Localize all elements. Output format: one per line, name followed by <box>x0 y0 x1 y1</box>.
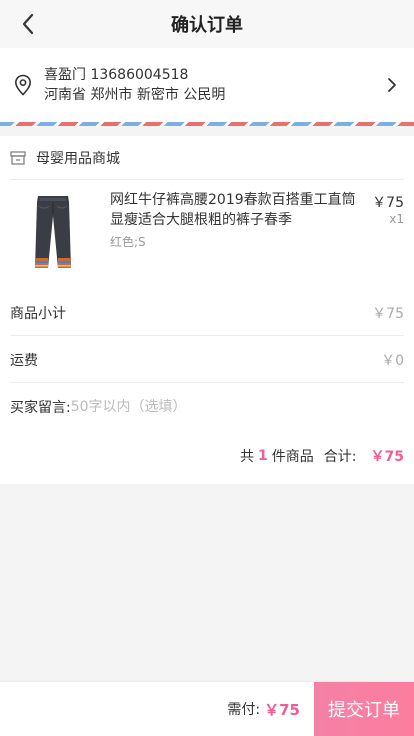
address-detail: 河南省 郑州市 新密市 公民明 <box>44 87 226 103</box>
shipping-label: 运费 <box>10 352 38 369</box>
page-title: 确认订单 <box>171 15 243 36</box>
product-quantity: x1 <box>389 212 404 226</box>
summary-suffix: 件商品 <box>271 449 314 465</box>
subtotal-row: 商品小计 ￥75 <box>10 290 404 336</box>
order-card: 母婴用品商城 网红牛仔裤高腰2019春款百搭重工直筒显瘦适合大腿根粗的裤子春季 … <box>0 136 414 484</box>
location-pin-icon <box>12 74 34 96</box>
chevron-left-icon <box>22 13 34 35</box>
pay-label: 需付: <box>227 702 261 718</box>
shop-header: 母婴用品商城 <box>10 136 404 180</box>
summary-total-label: 合计: <box>323 449 357 465</box>
product-price: ￥75 <box>372 195 404 211</box>
address-card[interactable]: 喜盈门 13686004518 河南省 郑州市 新密市 公民明 <box>0 48 414 122</box>
subtotal-value: ￥75 <box>372 305 404 322</box>
order-summary: 共 1 件商品 合计: ￥75 <box>240 442 404 470</box>
buyer-note-row: 买家留言: <box>10 384 404 430</box>
back-button[interactable] <box>14 10 42 38</box>
checkout-bar: 需付: ￥75 提交订单 <box>0 681 414 736</box>
pay-amount: ￥75 <box>264 700 300 719</box>
product-title: 网红牛仔裤高腰2019春款百搭重工直筒显瘦适合大腿根粗的裤子春季 <box>110 192 356 228</box>
submit-order-button[interactable]: 提交订单 <box>314 681 414 736</box>
address-stripe <box>0 122 414 126</box>
navbar: 确认订单 <box>0 0 414 48</box>
product-image <box>35 196 71 268</box>
product-spec: 红色;S <box>110 235 146 249</box>
product-item[interactable]: 网红牛仔裤高腰2019春款百搭重工直筒显瘦适合大腿根粗的裤子春季 红色;S ￥7… <box>10 190 404 278</box>
summary-count: 1 <box>258 448 268 464</box>
address-name-phone: 喜盈门 13686004518 <box>44 67 189 83</box>
shipping-row: 运费 ￥0 <box>10 337 404 383</box>
summary-total: ￥75 <box>370 449 404 465</box>
buyer-note-input[interactable] <box>70 399 271 415</box>
buyer-note-label: 买家留言: <box>10 400 71 416</box>
subtotal-label: 商品小计 <box>10 305 66 322</box>
chevron-right-icon <box>382 75 402 95</box>
store-icon <box>10 150 26 166</box>
summary-prefix: 共 <box>240 449 255 465</box>
shop-name: 母婴用品商城 <box>36 150 120 167</box>
shipping-value: ￥0 <box>381 352 404 369</box>
